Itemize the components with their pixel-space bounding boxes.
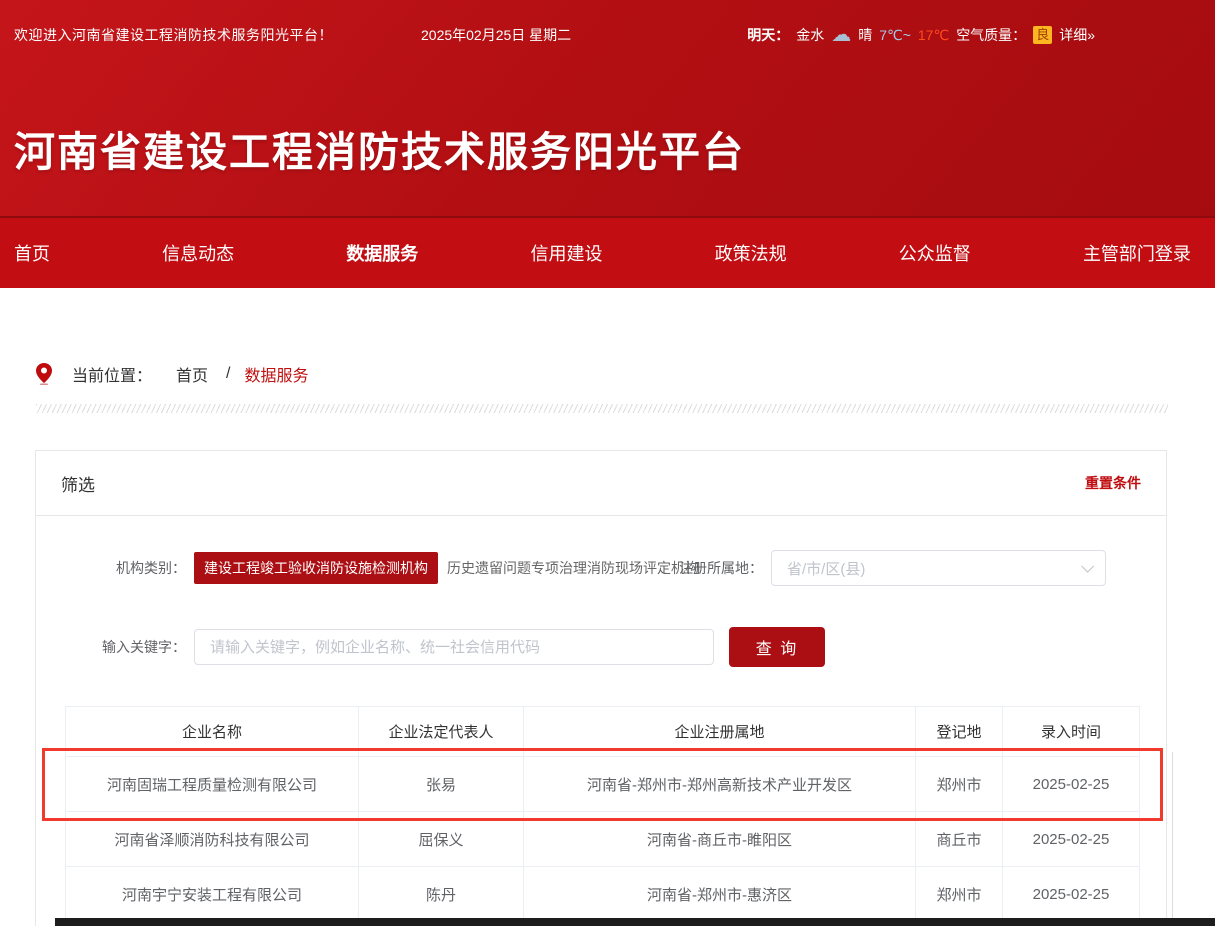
temp-low: 7℃~ — [879, 27, 911, 44]
cell-region: 河南省-郑州市-郑州高新技术产业开发区 — [524, 757, 916, 812]
nav-item-2[interactable]: 数据服务 — [346, 240, 418, 266]
right-edge-line — [1172, 752, 1173, 926]
tomorrow-label: 明天： — [747, 25, 789, 45]
category-label: 机构类别： — [56, 558, 186, 578]
page: 欢迎进入河南省建设工程消防技术服务阳光平台！ 2025年02月25日 星期二 明… — [0, 0, 1215, 926]
breadcrumb-home-link[interactable]: 首页 — [176, 362, 208, 386]
slash-divider — [36, 404, 1168, 413]
nav-item-4[interactable]: 政策法规 — [715, 240, 787, 266]
cell-region: 河南省-商丘市-睢阳区 — [524, 812, 916, 867]
chevron-down-icon — [1081, 560, 1094, 573]
table-row: 河南固瑞工程质量检测有限公司张易河南省-郑州市-郑州高新技术产业开发区郑州市20… — [66, 757, 1140, 812]
breadcrumb-label: 当前位置： — [72, 362, 152, 386]
keyword-filter-row: 输入关键字： 查 询 — [56, 627, 825, 667]
site-header: 欢迎进入河南省建设工程消防技术服务阳光平台！ 2025年02月25日 星期二 明… — [0, 0, 1215, 216]
cell-date: 2025-02-25 — [1003, 812, 1140, 867]
category-option-selected[interactable]: 建设工程竣工验收消防设施检测机构 — [194, 552, 438, 584]
region-select-placeholder: 省/市/区(县) — [787, 558, 1081, 579]
cell-reg_city: 郑州市 — [916, 757, 1003, 812]
date-text: 2025年02月25日 星期二 — [421, 25, 571, 45]
topbar: 欢迎进入河南省建设工程消防技术服务阳光平台！ 2025年02月25日 星期二 明… — [14, 22, 1195, 48]
welcome-text: 欢迎进入河南省建设工程消防技术服务阳光平台！ — [14, 25, 333, 45]
column-header: 企业注册属地 — [524, 707, 916, 757]
filter-panel-header: 筛选 重置条件 — [36, 451, 1166, 516]
main-nav: 首页 信息动态 数据服务 信用建设 政策法规 公众监督 主管部门登录 — [0, 216, 1215, 288]
cell-name: 河南宇宁安装工程有限公司 — [66, 867, 359, 922]
region-label: 注册所属地： — [678, 558, 763, 578]
column-header: 录入时间 — [1003, 707, 1140, 757]
breadcrumb-separator: / — [226, 365, 230, 383]
region-select[interactable]: 省/市/区(县) — [771, 550, 1106, 586]
table-row: 河南省泽顺消防科技有限公司屈保义河南省-商丘市-睢阳区商丘市2025-02-25 — [66, 812, 1140, 867]
keyword-label: 输入关键字： — [56, 637, 186, 657]
cell-reg_city: 商丘市 — [916, 812, 1003, 867]
cell-date: 2025-02-25 — [1003, 867, 1140, 922]
column-header: 企业法定代表人 — [359, 707, 524, 757]
cell-legal: 陈丹 — [359, 867, 524, 922]
weather-detail-link[interactable]: 详细» — [1059, 25, 1095, 45]
location-pin-icon — [36, 363, 52, 385]
nav-item-0[interactable]: 首页 — [14, 240, 50, 266]
cloud-icon: ☁ — [831, 25, 851, 45]
cell-name: 河南固瑞工程质量检测有限公司 — [66, 757, 359, 812]
breadcrumb: 当前位置： 首页 / 数据服务 — [36, 362, 309, 386]
column-header: 登记地 — [916, 707, 1003, 757]
category-option-unselected[interactable]: 历史遗留问题专项治理消防现场评定机构 — [447, 558, 699, 578]
cell-legal: 屈保义 — [359, 812, 524, 867]
search-button[interactable]: 查 询 — [729, 627, 825, 667]
filter-title: 筛选 — [61, 471, 95, 496]
cell-legal: 张易 — [359, 757, 524, 812]
weather-condition: 晴 — [858, 25, 872, 45]
cell-reg_city: 郑州市 — [916, 867, 1003, 922]
results-table: 企业名称企业法定代表人企业注册属地登记地录入时间 河南固瑞工程质量检测有限公司张… — [65, 706, 1140, 922]
nav-item-5[interactable]: 公众监督 — [899, 240, 971, 266]
reset-filters-link[interactable]: 重置条件 — [1085, 473, 1141, 493]
nav-item-1[interactable]: 信息动态 — [162, 240, 234, 266]
cell-region: 河南省-郑州市-惠济区 — [524, 867, 916, 922]
temp-high: 17℃ — [918, 27, 949, 44]
cell-name: 河南省泽顺消防科技有限公司 — [66, 812, 359, 867]
category-filter-row: 机构类别： 建设工程竣工验收消防设施检测机构 历史遗留问题专项治理消防现场评定机… — [56, 550, 699, 586]
page-title: 河南省建设工程消防技术服务阳光平台 — [14, 118, 745, 178]
breadcrumb-current-link[interactable]: 数据服务 — [244, 362, 308, 386]
weather-city: 金水 — [796, 25, 824, 45]
keyword-input[interactable] — [194, 629, 714, 665]
air-quality-label: 空气质量： — [956, 25, 1026, 45]
region-filter-group: 注册所属地： 省/市/区(县) — [678, 550, 1106, 586]
air-quality-badge: 良 — [1033, 26, 1052, 44]
nav-item-3[interactable]: 信用建设 — [530, 240, 602, 266]
column-header: 企业名称 — [66, 707, 359, 757]
cell-date: 2025-02-25 — [1003, 757, 1140, 812]
table-header-row: 企业名称企业法定代表人企业注册属地登记地录入时间 — [66, 707, 1140, 757]
nav-item-6[interactable]: 主管部门登录 — [1083, 240, 1191, 266]
weather-widget: 明天： 金水 ☁ 晴 7℃~ 17℃ 空气质量： 良 详细» — [747, 22, 1095, 48]
table-row: 河南宇宁安装工程有限公司陈丹河南省-郑州市-惠济区郑州市2025-02-25 — [66, 867, 1140, 922]
footer-band — [55, 918, 1215, 926]
